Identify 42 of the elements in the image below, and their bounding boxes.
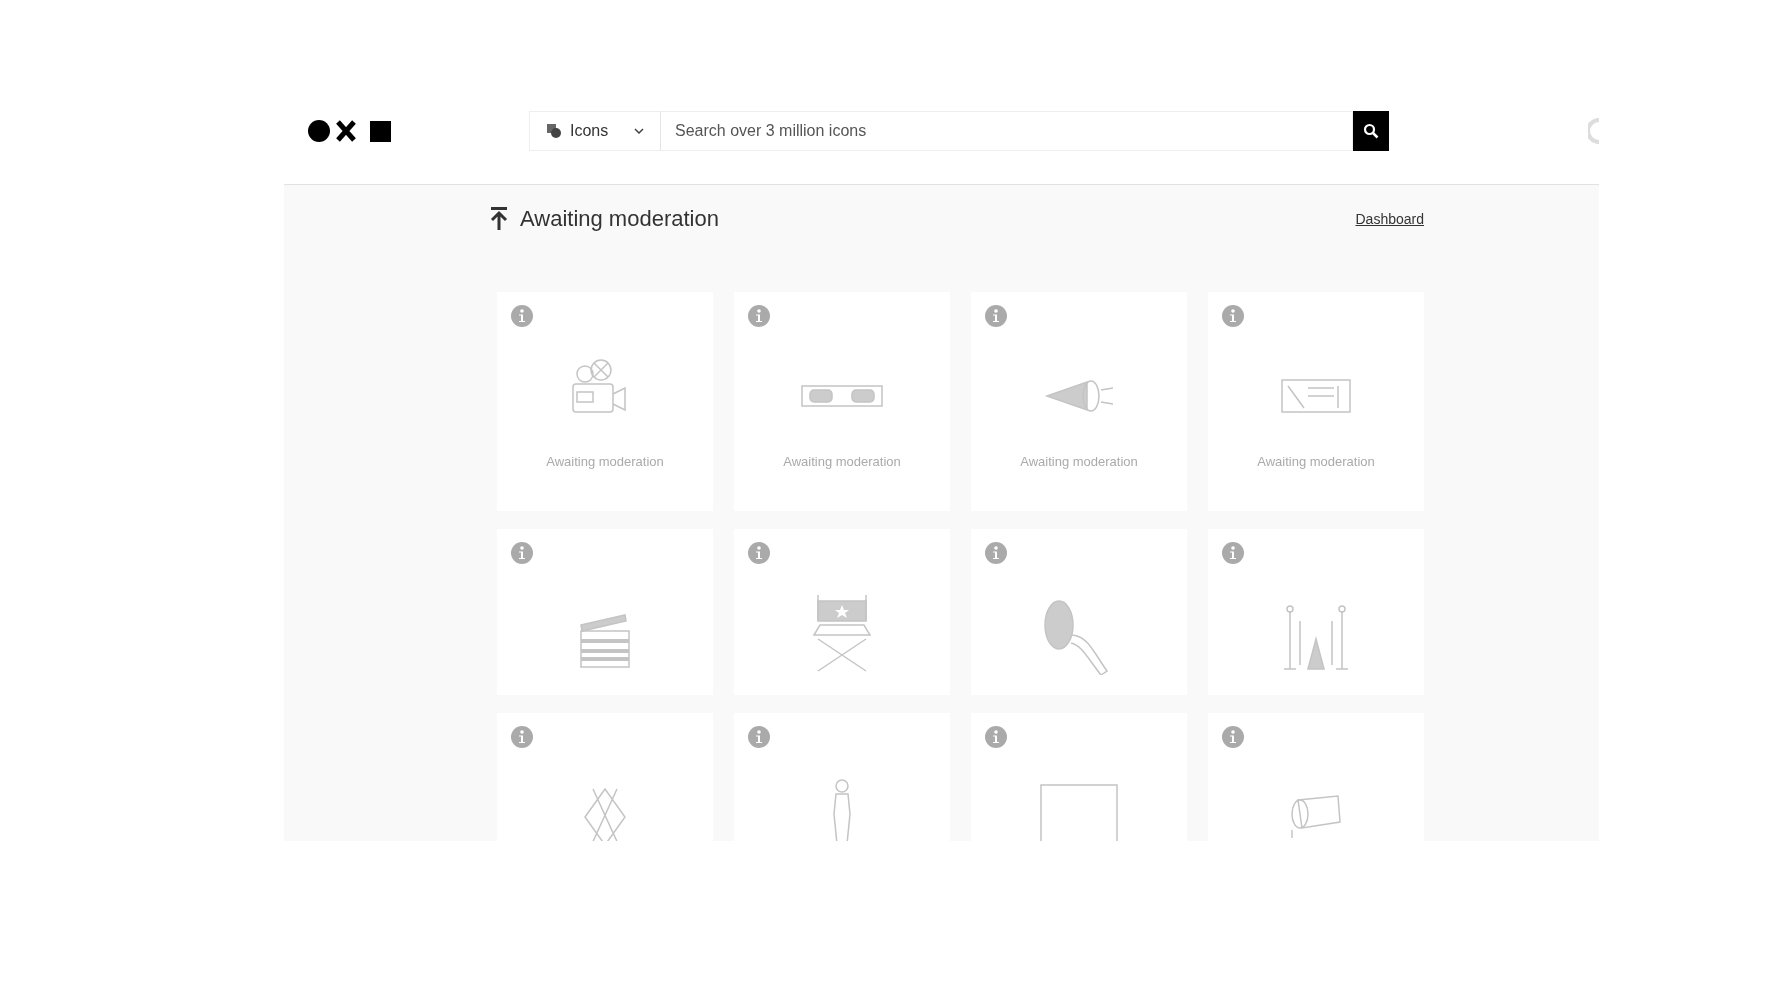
info-icon[interactable] bbox=[748, 542, 770, 564]
search-icon bbox=[1363, 123, 1379, 139]
search-type-dropdown[interactable]: Icons bbox=[529, 111, 661, 151]
spinner-icon bbox=[1588, 118, 1599, 144]
info-icon[interactable] bbox=[748, 726, 770, 748]
icon-card[interactable]: Awaiting moderation bbox=[497, 292, 713, 511]
info-icon[interactable] bbox=[1222, 305, 1244, 327]
statue-icon bbox=[833, 779, 851, 841]
bucket-icon bbox=[1290, 794, 1342, 840]
icon-card[interactable] bbox=[971, 529, 1187, 695]
dashboard-link[interactable]: Dashboard bbox=[1355, 211, 1424, 227]
icon-card[interactable] bbox=[971, 713, 1187, 841]
chevron-down-icon bbox=[634, 128, 644, 134]
icon-card[interactable] bbox=[1208, 713, 1424, 841]
icon-card[interactable] bbox=[1208, 529, 1424, 695]
search-field[interactable]: Search over 3 million icons bbox=[661, 111, 1353, 151]
icon-card[interactable] bbox=[734, 529, 950, 695]
upload-icon bbox=[490, 207, 508, 231]
info-icon[interactable] bbox=[1222, 726, 1244, 748]
icon-card[interactable]: Awaiting moderation bbox=[734, 292, 950, 511]
icon-card[interactable]: Awaiting moderation bbox=[1208, 292, 1424, 511]
logo-icon[interactable] bbox=[308, 119, 392, 143]
info-icon[interactable] bbox=[985, 726, 1007, 748]
info-icon[interactable] bbox=[511, 542, 533, 564]
page-title-text: Awaiting moderation bbox=[520, 206, 719, 232]
search-button[interactable] bbox=[1353, 111, 1389, 151]
info-icon[interactable] bbox=[985, 542, 1007, 564]
info-icon[interactable] bbox=[511, 726, 533, 748]
info-icon[interactable] bbox=[748, 305, 770, 327]
card-caption: Awaiting moderation bbox=[1257, 454, 1375, 469]
shapes-icon bbox=[546, 123, 562, 139]
info-icon[interactable] bbox=[511, 305, 533, 327]
card-caption: Awaiting moderation bbox=[546, 454, 664, 469]
icon-card[interactable] bbox=[734, 713, 950, 841]
icon-card[interactable] bbox=[497, 529, 713, 695]
icon-card[interactable] bbox=[497, 713, 713, 841]
info-icon[interactable] bbox=[1222, 542, 1244, 564]
card-caption: Awaiting moderation bbox=[783, 454, 901, 469]
icon-card[interactable]: Awaiting moderation bbox=[971, 292, 1187, 511]
card-caption: Awaiting moderation bbox=[1020, 454, 1138, 469]
glasses-icon bbox=[801, 385, 883, 407]
info-icon[interactable] bbox=[985, 305, 1007, 327]
